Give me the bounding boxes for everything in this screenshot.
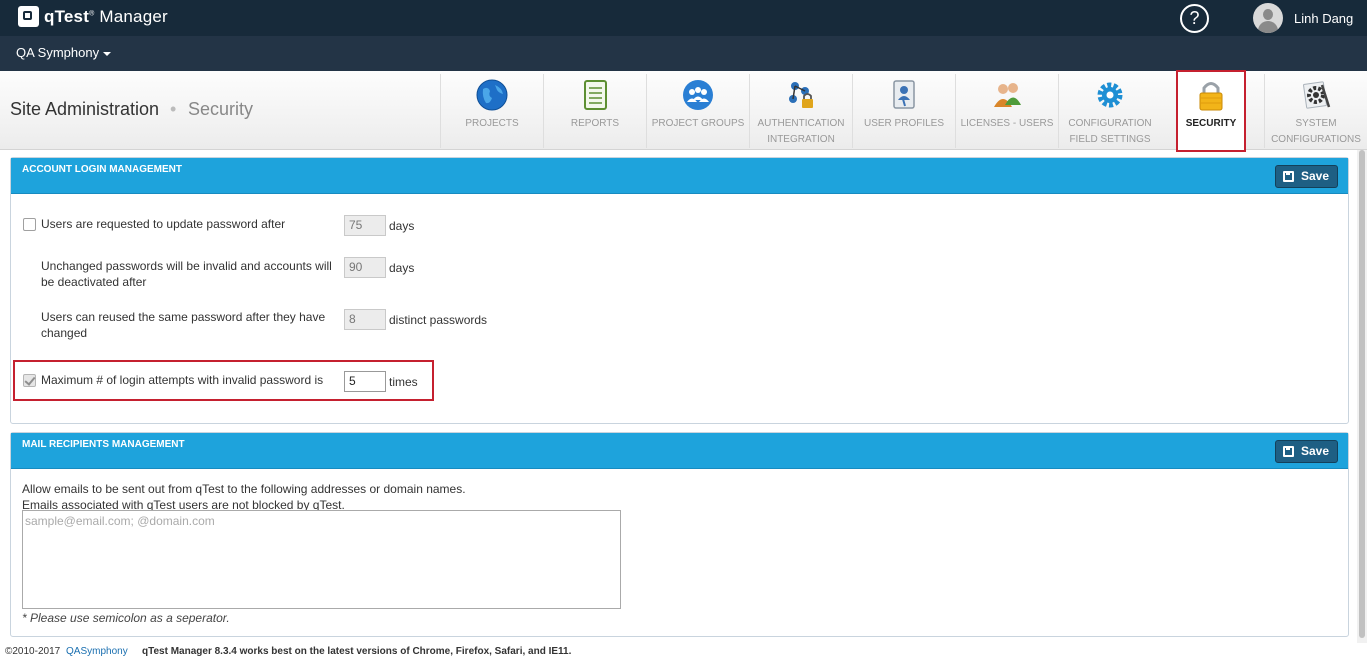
distinct-passwords-input[interactable]: 8 xyxy=(344,309,386,330)
tab-label-line2: FIELD SETTINGS xyxy=(1069,134,1151,145)
tab-label: SECURITY xyxy=(1185,118,1237,129)
separator-note: * Please use semicolon as a seperator. xyxy=(22,611,230,625)
users-icon xyxy=(994,83,1021,107)
panel-title: MAIL RECIPIENTS MANAGEMENT xyxy=(22,439,185,450)
unit-label: days xyxy=(389,261,415,275)
app-name-bold: qTest xyxy=(44,6,90,26)
unit-label: times xyxy=(389,375,418,389)
mail-recipients-panel: MAIL RECIPIENTS MANAGEMENT Save Allow em… xyxy=(10,432,1349,637)
tab-reports[interactable]: REPORTS xyxy=(543,74,646,148)
save-button[interactable]: Save xyxy=(1275,165,1338,188)
breadcrumb-separator: • xyxy=(170,99,177,119)
save-button[interactable]: Save xyxy=(1275,440,1338,463)
padlock-icon xyxy=(1199,82,1223,111)
tab-label: PROJECTS xyxy=(465,118,519,129)
reuse-password-label: Users can reused the same password after… xyxy=(41,310,326,340)
unit-label: days xyxy=(389,219,415,233)
project-name: QA Symphony xyxy=(16,45,100,60)
network-lock-icon xyxy=(789,82,813,108)
tab-label-line2: INTEGRATION xyxy=(767,134,835,145)
admin-header: Site Administration • Security PROJECTS … xyxy=(0,70,1367,152)
people-group-icon xyxy=(683,80,713,110)
tab-label: REPORTS xyxy=(570,118,620,129)
floppy-disk-icon xyxy=(1283,171,1294,182)
tab-label: SYSTEM xyxy=(1295,118,1337,129)
app-name-rest: Manager xyxy=(99,6,168,26)
user-name[interactable]: Linh Dang xyxy=(1294,11,1353,26)
notebook-icon xyxy=(584,80,607,110)
scrollbar-thumb[interactable] xyxy=(1359,150,1365,638)
save-label: Save xyxy=(1301,169,1330,183)
tab-authentication-integration[interactable]: AUTHENTICATION INTEGRATION xyxy=(749,74,852,148)
max-login-attempts-checkbox[interactable] xyxy=(23,374,36,387)
tab-system-configurations[interactable]: SYSTEM CONFIGURATIONS xyxy=(1264,74,1367,148)
unit-label: distinct passwords xyxy=(389,313,488,327)
save-label: Save xyxy=(1301,444,1330,458)
mail-description: Allow emails to be sent out from qTest t… xyxy=(22,482,466,512)
deactivate-days-input[interactable]: 90 xyxy=(344,257,386,278)
tab-label: PROJECT GROUPS xyxy=(651,118,745,129)
project-selector[interactable]: QA Symphony xyxy=(16,45,112,60)
update-password-checkbox[interactable] xyxy=(23,218,36,231)
browser-support-message: qTest Manager 8.3.4 works best on the la… xyxy=(142,646,572,657)
caret-down-icon xyxy=(103,51,112,56)
tab-project-groups[interactable]: PROJECT GROUPS xyxy=(646,74,749,148)
panel-header: MAIL RECIPIENTS MANAGEMENT Save xyxy=(11,433,1348,469)
project-bar: QA Symphony xyxy=(0,36,1367,71)
company-link[interactable]: QASymphony xyxy=(66,646,128,657)
app-logo[interactable]: qTest® Manager xyxy=(18,6,168,27)
tab-configuration-field-settings[interactable]: CONFIGURATION FIELD SETTINGS xyxy=(1058,74,1161,148)
page-title: Security xyxy=(188,99,254,119)
tab-label-line2: CONFIGURATIONS xyxy=(1271,134,1361,145)
globe-icon xyxy=(476,79,508,111)
id-badge-icon xyxy=(893,80,915,109)
gear-icon xyxy=(1097,82,1123,108)
tab-projects[interactable]: PROJECTS xyxy=(440,74,543,148)
tab-label: AUTHENTICATION xyxy=(757,118,845,129)
mail-recipients-textarea[interactable]: sample@email.com; @domain.com xyxy=(22,510,621,609)
avatar[interactable] xyxy=(1253,3,1283,33)
help-icon[interactable]: ? xyxy=(1180,4,1209,33)
update-password-days-input[interactable]: 75 xyxy=(344,215,386,236)
update-password-label: Users are requested to update password a… xyxy=(41,217,286,231)
copyright: ©2010-2017 xyxy=(5,646,61,657)
tools-gear-icon xyxy=(1303,81,1331,109)
tab-security[interactable]: SECURITY xyxy=(1176,70,1246,152)
max-login-attempts-label: Maximum # of login attempts with invalid… xyxy=(41,373,324,387)
max-login-attempts-input[interactable]: 5 xyxy=(344,371,386,392)
tab-user-profiles[interactable]: USER PROFILES xyxy=(852,74,955,148)
tab-licenses-users[interactable]: LICENSES - USERS xyxy=(955,74,1058,148)
panel-header: ACCOUNT LOGIN MANAGEMENT Save xyxy=(11,158,1348,194)
tab-label: CONFIGURATION xyxy=(1068,118,1152,129)
footer: ©2010-2017 QASymphony qTest Manager 8.3.… xyxy=(0,643,1367,663)
tab-label: LICENSES - USERS xyxy=(960,118,1054,129)
panel-title: ACCOUNT LOGIN MANAGEMENT xyxy=(22,164,182,175)
qtest-logo-icon xyxy=(18,6,39,27)
top-bar: qTest® Manager ? Linh Dang xyxy=(0,0,1367,36)
tab-label: USER PROFILES xyxy=(863,118,945,129)
breadcrumb-section: Site Administration xyxy=(10,99,160,119)
floppy-disk-icon xyxy=(1283,446,1294,457)
account-login-panel: ACCOUNT LOGIN MANAGEMENT Save Users are … xyxy=(10,157,1349,424)
unchanged-password-label: Unchanged passwords will be invalid and … xyxy=(41,259,332,289)
